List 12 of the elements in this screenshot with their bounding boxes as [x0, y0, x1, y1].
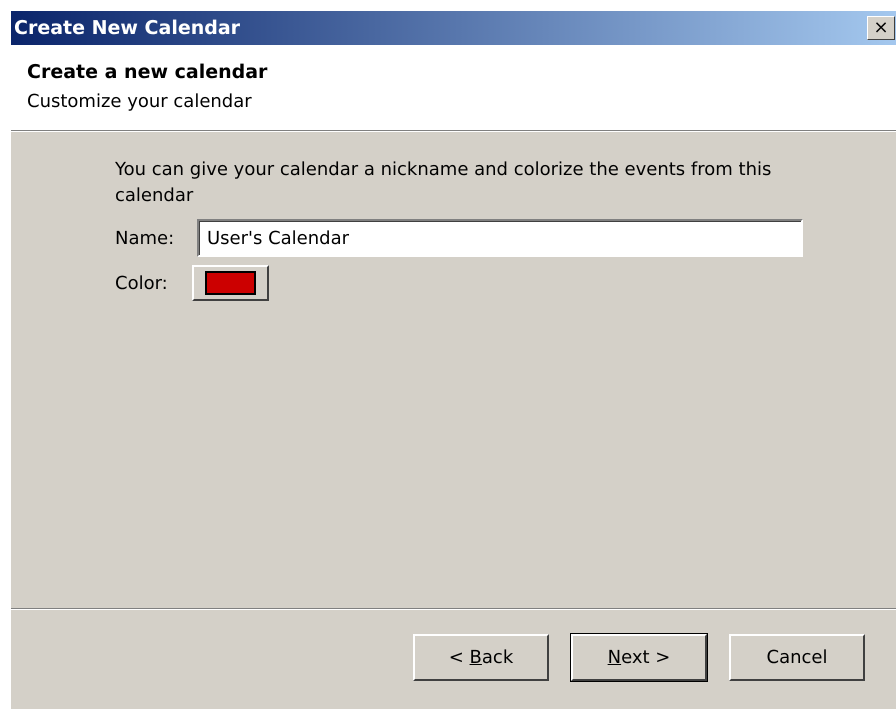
window-title: Create New Calendar [14, 17, 240, 39]
intro-text: You can give your calendar a nickname and colorize the events from this calendar [115, 158, 772, 208]
color-picker-button[interactable] [192, 265, 269, 301]
close-button[interactable]: × [867, 16, 895, 40]
wizard-button[interactable]: Next > [571, 634, 707, 681]
name-field[interactable]: User's Calendar [197, 219, 803, 257]
header-subtitle: Customize your calendar [27, 91, 253, 112]
color-label: Color: [115, 272, 169, 294]
header-title: Create a new calendar [27, 61, 268, 83]
wizard-button[interactable]: Cancel [729, 634, 865, 681]
wizard-button[interactable]: < Back [413, 634, 549, 681]
name-label: Name: [115, 228, 176, 248]
